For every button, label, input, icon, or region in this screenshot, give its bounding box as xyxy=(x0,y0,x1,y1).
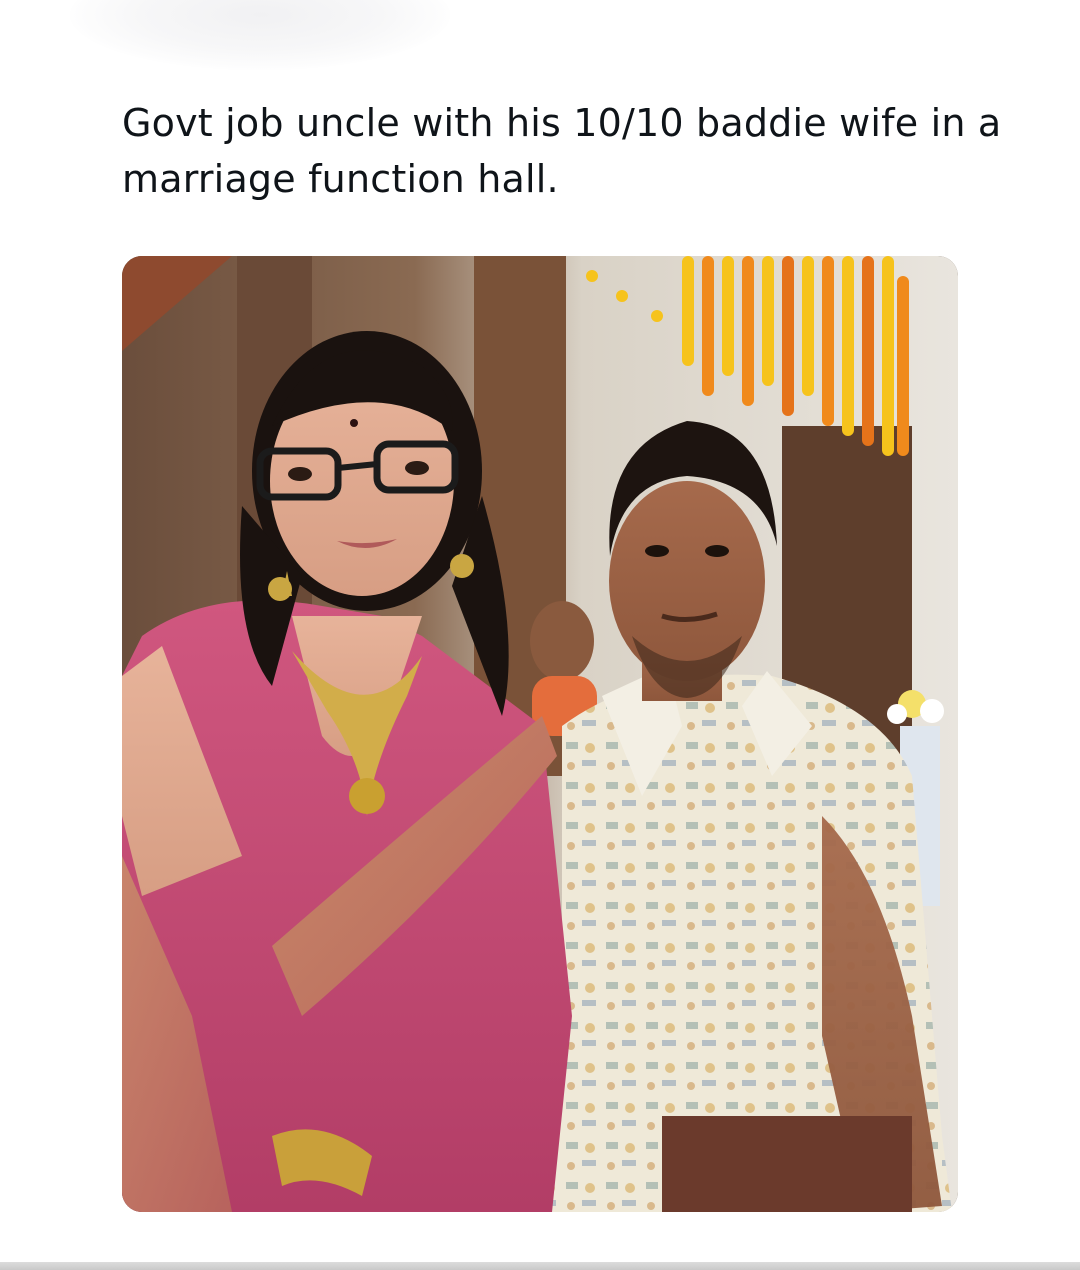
post-text: Govt job uncle with his 10/10 baddie wif… xyxy=(122,101,1002,201)
feed-divider xyxy=(0,1262,1080,1270)
couple-photo xyxy=(122,256,958,1212)
post-image[interactable] xyxy=(122,256,958,1212)
top-fade-decoration xyxy=(70,0,450,70)
